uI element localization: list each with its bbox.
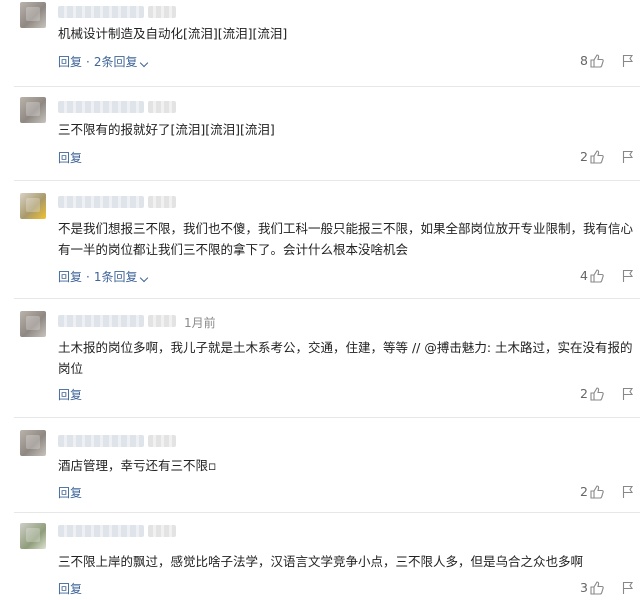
comment-item: 不是我们想报三不限，我们也不傻，我们工科一般只能报三不限，如果全部岗位放开专业限… <box>0 181 640 298</box>
avatar[interactable] <box>20 430 46 456</box>
thumbs-up-icon <box>590 149 604 164</box>
thumbs-up-icon <box>590 386 604 401</box>
user-level-blurred <box>148 101 176 113</box>
like-count: 2 <box>580 386 588 401</box>
thumbs-up-icon <box>590 268 604 283</box>
flag-icon[interactable] <box>622 387 634 401</box>
comment-actions: 回复 <box>58 386 82 403</box>
reply-button[interactable]: 回复 <box>58 149 82 166</box>
comment-text: 机械设计制造及自动化[流泪][流泪][流泪] <box>58 26 288 41</box>
flag-icon[interactable] <box>622 581 634 595</box>
thumbs-up-icon <box>590 53 604 68</box>
user-level-blurred <box>148 435 176 447</box>
username-blurred[interactable] <box>58 525 144 537</box>
comment-actions: 回复 <box>58 149 82 166</box>
like-button[interactable]: 2 <box>580 484 604 499</box>
comment-actions: 回复 <box>58 484 82 501</box>
comment-text: 三不限上岸的飘过，感觉比啥子法学，汉语言文学竞争小点，三不限人多，但是乌合之众也… <box>58 554 584 569</box>
dot-separator: · <box>86 269 90 284</box>
thumbs-up-icon <box>590 484 604 499</box>
replies-toggle[interactable]: 1条回复 <box>93 268 149 285</box>
user-level-blurred <box>148 315 176 327</box>
like-button[interactable]: 4 <box>580 268 604 283</box>
thumbs-up-icon <box>590 580 604 595</box>
chevron-down-icon <box>140 58 149 68</box>
reply-button[interactable]: 回复 <box>58 268 82 285</box>
like-count: 2 <box>580 149 588 164</box>
comment-item: 酒店管理，幸亏还有三不限▫ 回复 2 <box>0 418 640 512</box>
username-blurred[interactable] <box>58 315 144 327</box>
user-level-blurred <box>148 525 176 537</box>
comment-actions: 回复 · 1条回复 <box>58 268 149 285</box>
username-blurred[interactable] <box>58 101 144 113</box>
avatar[interactable] <box>20 2 46 28</box>
comment-item: 三不限有的报就好了[流泪][流泪][流泪] 回复 2 <box>0 87 640 180</box>
comment-text: 土木报的岗位多啊，我儿子就是土木系考公，交通，住建，等等 // @搏击魅力: 土… <box>58 340 633 376</box>
flag-icon[interactable] <box>622 269 634 283</box>
comment-text: 不是我们想报三不限，我们也不傻，我们工科一般只能报三不限，如果全部岗位放开专业限… <box>58 221 634 257</box>
comment-time: 1月前 <box>184 316 216 330</box>
comment-item: 1月前 土木报的岗位多啊，我儿子就是土木系考公，交通，住建，等等 // @搏击魅… <box>0 299 640 417</box>
avatar[interactable] <box>20 523 46 549</box>
reply-button[interactable]: 回复 <box>58 484 82 501</box>
flag-icon[interactable] <box>622 54 634 68</box>
username-blurred[interactable] <box>58 435 144 447</box>
comment-feed: 机械设计制造及自动化[流泪][流泪][流泪] 回复 · 2条回复 8 三不限有的… <box>0 0 640 600</box>
avatar[interactable] <box>20 193 46 219</box>
replies-count: 2条回复 <box>93 55 138 69</box>
like-count: 4 <box>580 268 588 283</box>
like-count: 2 <box>580 484 588 499</box>
user-level-blurred <box>148 196 176 208</box>
like-count: 8 <box>580 53 588 68</box>
comment-actions: 回复 · 2条回复 <box>58 53 149 70</box>
reply-button[interactable]: 回复 <box>58 53 82 70</box>
replies-count: 1条回复 <box>93 270 138 284</box>
username-blurred[interactable] <box>58 6 144 18</box>
avatar[interactable] <box>20 97 46 123</box>
dot-separator: · <box>86 54 90 69</box>
avatar[interactable] <box>20 311 46 337</box>
chevron-down-icon <box>140 273 149 283</box>
like-button[interactable]: 8 <box>580 53 604 68</box>
replies-toggle[interactable]: 2条回复 <box>93 53 149 70</box>
like-count: 3 <box>580 580 588 595</box>
like-button[interactable]: 3 <box>580 580 604 595</box>
like-button[interactable]: 2 <box>580 386 604 401</box>
reply-button[interactable]: 回复 <box>58 580 82 597</box>
comment-text: 酒店管理，幸亏还有三不限▫ <box>58 458 217 473</box>
comment-actions: 回复 <box>58 580 82 597</box>
user-level-blurred <box>148 6 176 18</box>
flag-icon[interactable] <box>622 485 634 499</box>
comment-text: 三不限有的报就好了[流泪][流泪][流泪] <box>58 122 275 137</box>
comment-item: 三不限上岸的飘过，感觉比啥子法学，汉语言文学竞争小点，三不限人多，但是乌合之众也… <box>0 513 640 600</box>
comment-item: 机械设计制造及自动化[流泪][流泪][流泪] 回复 · 2条回复 8 <box>0 0 640 86</box>
flag-icon[interactable] <box>622 150 634 164</box>
username-blurred[interactable] <box>58 196 144 208</box>
reply-button[interactable]: 回复 <box>58 386 82 403</box>
like-button[interactable]: 2 <box>580 149 604 164</box>
